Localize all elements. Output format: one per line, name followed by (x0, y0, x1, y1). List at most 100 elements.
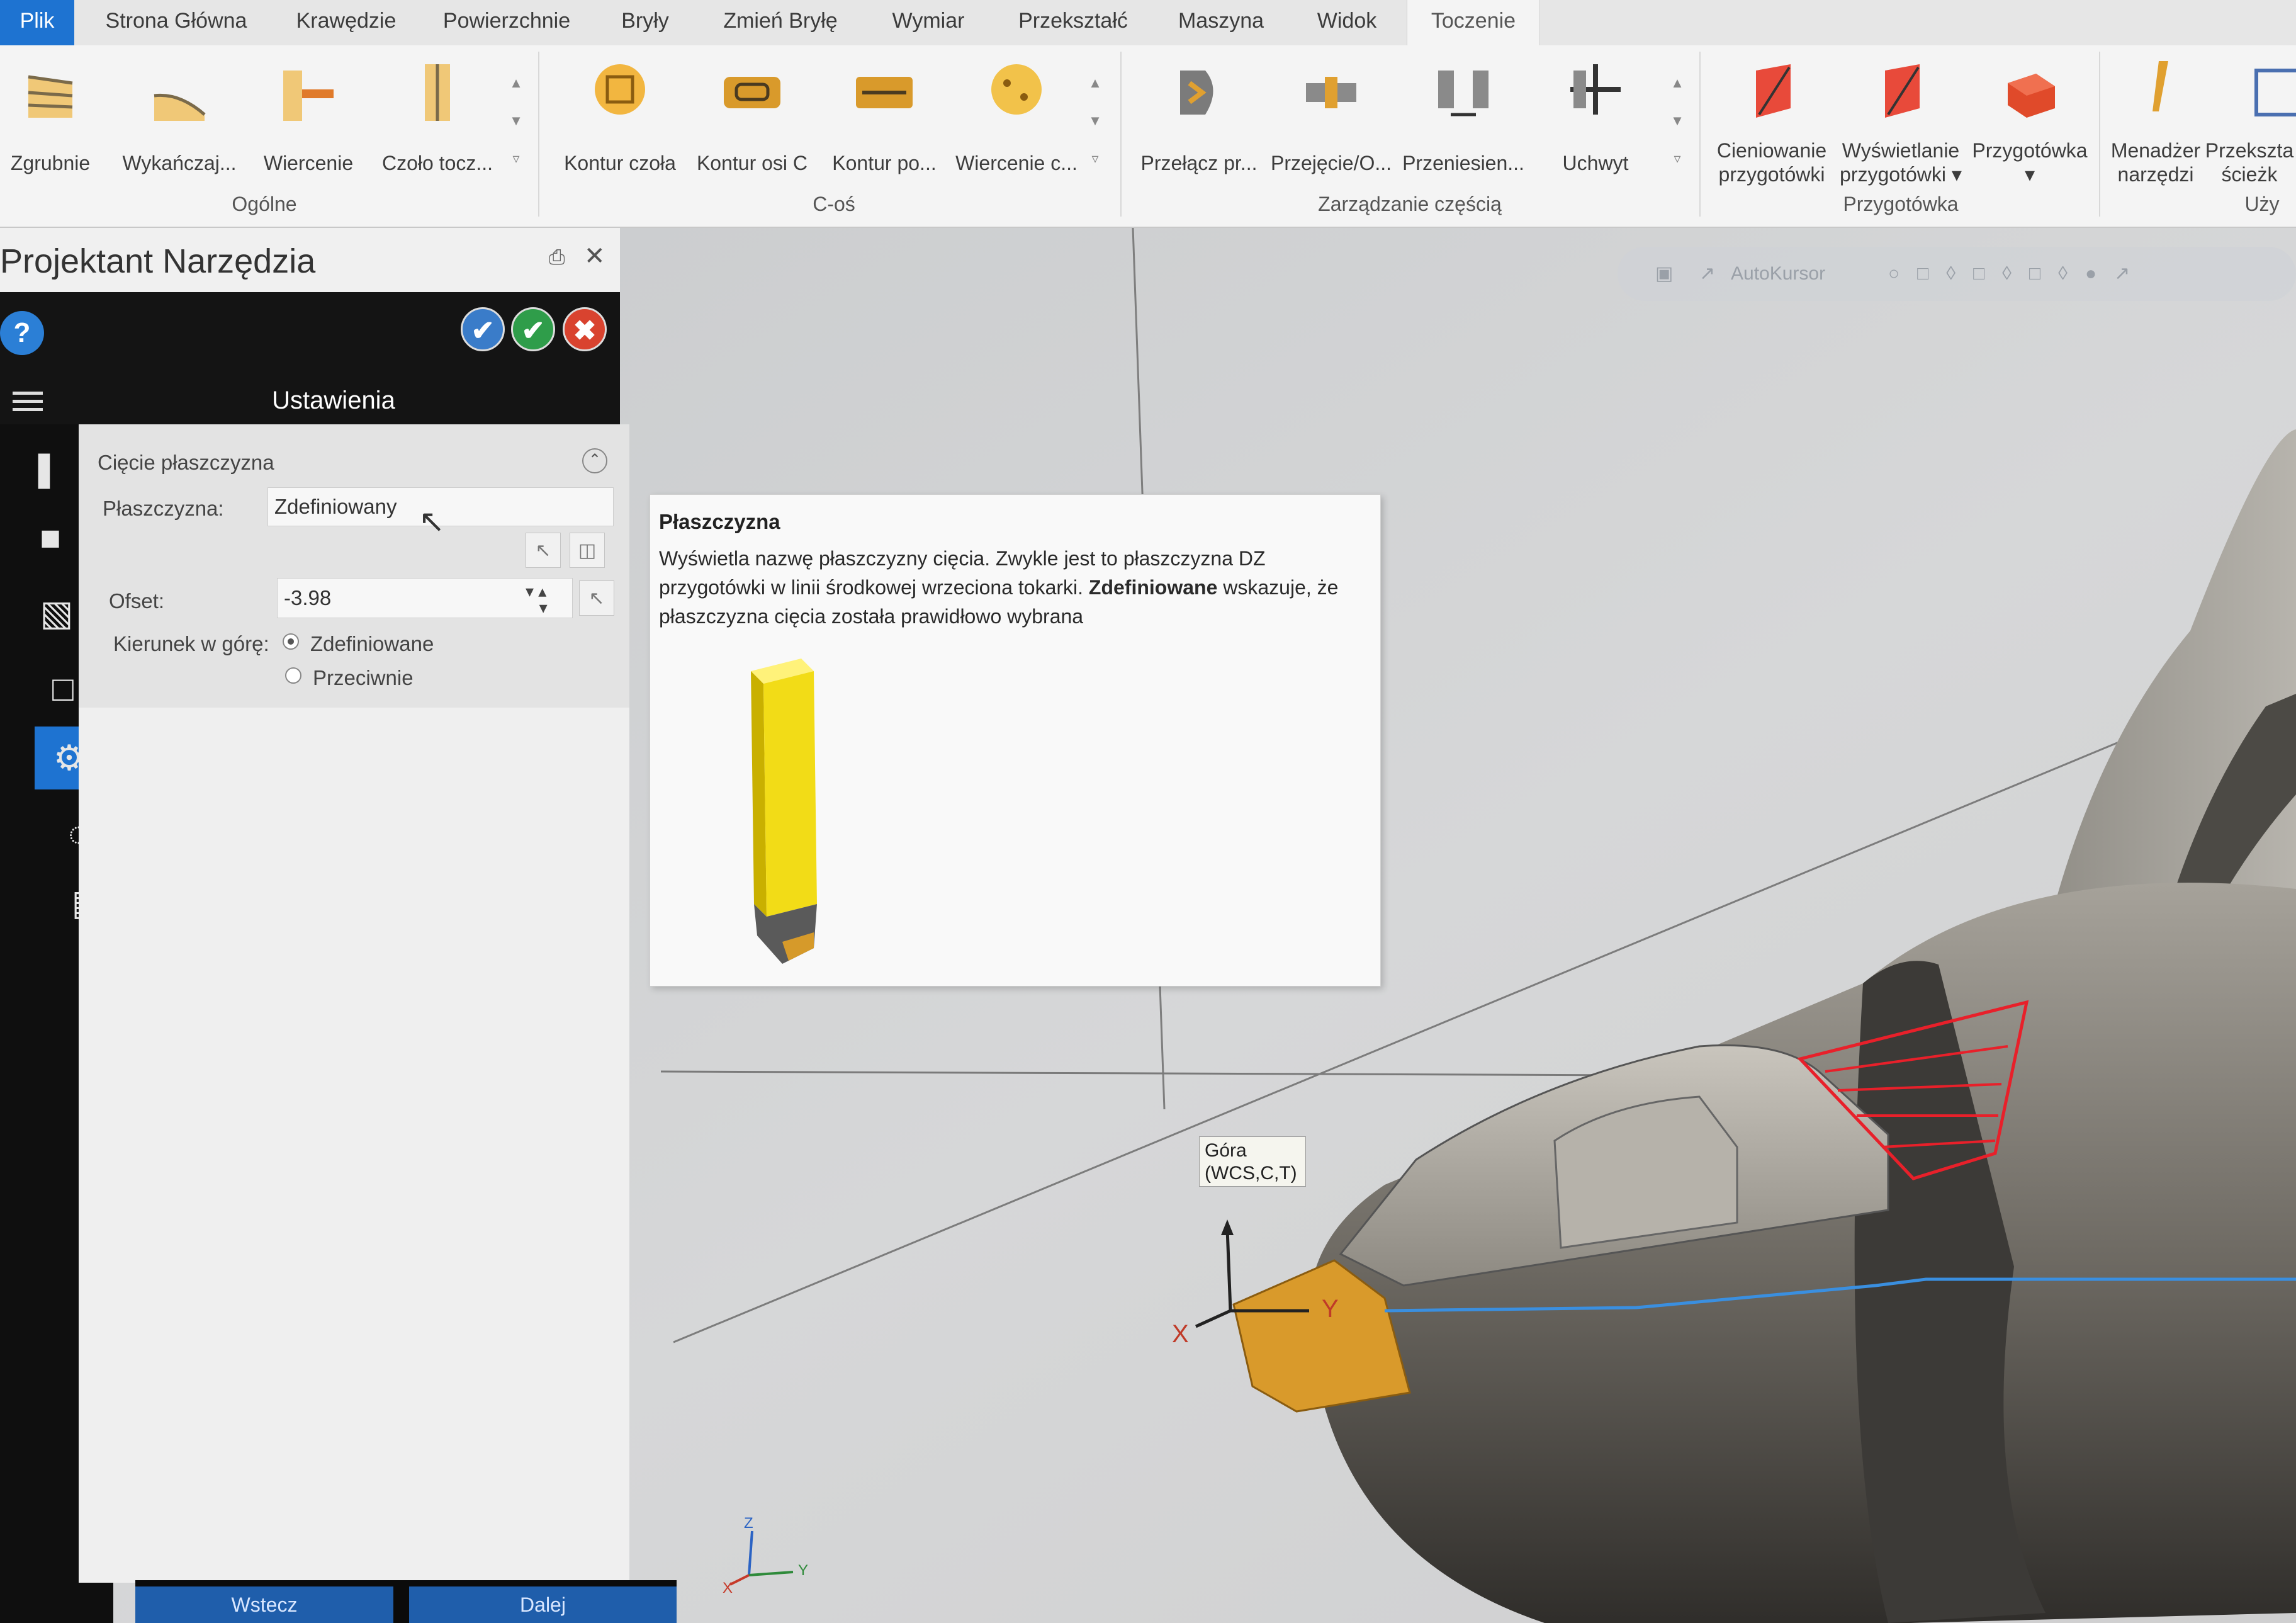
gallery-scroll[interactable]: ▲ ▼ ▿ (1086, 64, 1105, 190)
group-label-c-axis: C-oś (813, 193, 855, 215)
drilling-label: Wiercenie (263, 152, 354, 174)
group-separator (538, 52, 539, 217)
collapse-chevron-icon[interactable]: ⌃ (582, 448, 607, 473)
group-label-part-management: Zarządzanie częścią (1318, 193, 1502, 215)
chuck-label: Uchwyt (1562, 152, 1629, 174)
contour-label: Kontur po... (832, 152, 937, 174)
contour-icon (856, 77, 913, 108)
direction-label: Kierunek w górę: (113, 632, 269, 655)
back-button[interactable]: Wstecz (135, 1586, 393, 1623)
panel-footer: Wstecz Dalej (135, 1580, 677, 1623)
offset-label: Ofset: (109, 589, 165, 613)
stock-display-label: Wyświetlanie przygotówki ▾ (1840, 139, 1962, 186)
gallery-scroll[interactable]: ▲ ▼ ▿ (507, 64, 526, 190)
stock-button[interactable]: Przygotówka ▾ (1970, 58, 2090, 186)
tool-icon[interactable]: ❚ (9, 437, 79, 500)
tab-dimension[interactable]: Wymiar (875, 0, 982, 45)
tab-turning[interactable]: Toczenie (1407, 0, 1540, 45)
stock-icon (2008, 74, 2055, 118)
triad-y-label: Y (798, 1562, 808, 1579)
transform-path-button[interactable]: Przekszta ścieżk (2203, 58, 2296, 184)
tooltip-title: Płaszczyzna (659, 510, 780, 533)
c-axis-contour-icon (724, 77, 780, 108)
cutting-plane-section: Cięcie płaszczyzna ⌃ Płaszczyzna: Zdefin… (79, 424, 629, 708)
snap-icons[interactable]: ○□◊□◊□◊●↗ (1888, 247, 2147, 301)
tab-view[interactable]: Widok (1297, 0, 1397, 45)
triad-z-label: Z (744, 1515, 753, 1532)
help-icon[interactable]: ? (0, 311, 44, 355)
close-icon[interactable]: ✕ (584, 242, 605, 271)
settings-heading: Ustawienia (272, 387, 395, 414)
tooltip-text: Wyświetla nazwę płaszczyzny cięcia. Zwyk… (659, 547, 1339, 628)
contour-button[interactable]: Kontur po... (824, 58, 944, 184)
ok-icon[interactable]: ✔ (511, 307, 555, 351)
next-button[interactable]: Dalej (409, 1586, 677, 1623)
face-contour-button[interactable]: Kontur czoła (560, 58, 680, 184)
insert-icon[interactable]: ■ (16, 506, 85, 569)
tab-file[interactable]: Plik (0, 0, 74, 45)
group-label-stock: Przygotówka (1843, 193, 1959, 215)
finish-label: Wykańczaj... (122, 152, 237, 174)
select-plane-icon[interactable]: ↖ (526, 533, 561, 568)
drilling-button[interactable]: Wiercenie (249, 58, 368, 184)
direction-defined-radio[interactable] (283, 633, 299, 650)
tab-solids[interactable]: Bryły (604, 0, 686, 45)
transform-path-icon (2254, 69, 2296, 116)
tab-machine[interactable]: Maszyna (1164, 0, 1278, 45)
autokursor-label[interactable]: AutoKursor (1731, 247, 1825, 301)
finish-button[interactable]: Wykańczaj... (120, 58, 239, 184)
pin-icon[interactable]: ⎙ (549, 246, 565, 269)
chuck-button[interactable]: Uchwyt (1536, 58, 1655, 184)
cancel-icon[interactable]: ✖ (563, 307, 607, 351)
toggle-part-button[interactable]: Przełącz pr... (1139, 58, 1259, 184)
c-drilling-icon (991, 64, 1042, 115)
autokursor-toolbar[interactable]: ▣ ↗ AutoKursor ○□◊□◊□◊●↗ (1618, 247, 2296, 301)
section-title: Cięcie płaszczyzna (98, 451, 274, 474)
tab-modify-solid[interactable]: Zmień Bryłę (705, 0, 856, 45)
c-axis-contour-label: Kontur osi C (696, 152, 808, 174)
offset-stepper-icon[interactable]: ▾ ▴ ▾ (526, 583, 548, 616)
tab-surfaces[interactable]: Powierzchnie (434, 0, 579, 45)
toggle-part-label: Przełącz pr... (1140, 152, 1258, 174)
lock-icon[interactable]: ▣ (1655, 247, 1673, 301)
rough-button[interactable]: Zgrubnie (0, 58, 110, 184)
c-drilling-label: Wiercenie c... (955, 152, 1078, 174)
group-label-utility: Uży (2244, 193, 2280, 215)
transfer-icon (1306, 77, 1356, 108)
direction-defined-label: Zdefiniowane (310, 632, 434, 655)
c-drilling-button[interactable]: Wiercenie c... (955, 58, 1078, 184)
tool-manager-button[interactable]: Menadżer narzędzi (2096, 58, 2215, 186)
stock-shading-button[interactable]: Cieniowanie przygotówki (1712, 58, 1832, 186)
panel-title: Projektant Narzędzia (0, 242, 316, 280)
view-name: Góra (1205, 1140, 1247, 1161)
rough-label: Zgrubnie (10, 152, 91, 174)
panel-body: Cięcie płaszczyzna ⌃ Płaszczyzna: Zdefin… (79, 424, 629, 1583)
axis-y-label: Y (1322, 1295, 1339, 1323)
axis-x-label: X (1172, 1320, 1189, 1348)
group-label-general: Ogólne (232, 193, 297, 215)
ok-and-create-icon[interactable]: ✔ (461, 307, 505, 351)
tab-edges[interactable]: Krawędzie (277, 0, 415, 45)
toggle-part-icon (1180, 71, 1213, 115)
plane-manager-icon[interactable]: ◫ (570, 533, 605, 568)
c-axis-contour-button[interactable]: Kontur osi C (692, 58, 812, 184)
panel-title-bar: Projektant Narzędzia ⎙ ✕ (0, 228, 620, 293)
stock-shading-label: Cieniowanie przygotówki (1716, 139, 1827, 186)
gallery-scroll[interactable]: ▲ ▼ ▿ (1668, 64, 1687, 190)
view-coords: (WCS,C,T) (1205, 1163, 1297, 1184)
face-contour-icon (595, 64, 645, 115)
select-offset-icon[interactable]: ↖ (579, 580, 614, 616)
view-label: Góra (WCS,C,T) (1199, 1136, 1306, 1187)
direction-reverse-radio[interactable] (285, 667, 301, 684)
stock-shading-icon (1756, 64, 1791, 118)
face-turning-button[interactable]: Czoło tocz... (378, 58, 497, 184)
stock-display-button[interactable]: Wyświetlanie przygotówki ▾ (1840, 58, 1962, 186)
group-separator (1699, 52, 1701, 217)
tab-home[interactable]: Strona Główna (94, 0, 258, 45)
move-button[interactable]: Przeniesien... (1402, 58, 1524, 184)
ribbon-tab-bar: Plik Strona Główna Krawędzie Powierzchni… (0, 0, 2296, 46)
cursor-icon[interactable]: ↗ (1699, 247, 1715, 301)
transfer-button[interactable]: Przejęcie/O... (1271, 58, 1392, 184)
tab-transform[interactable]: Przekształć (1001, 0, 1145, 45)
face-turning-label: Czoło tocz... (381, 152, 493, 174)
